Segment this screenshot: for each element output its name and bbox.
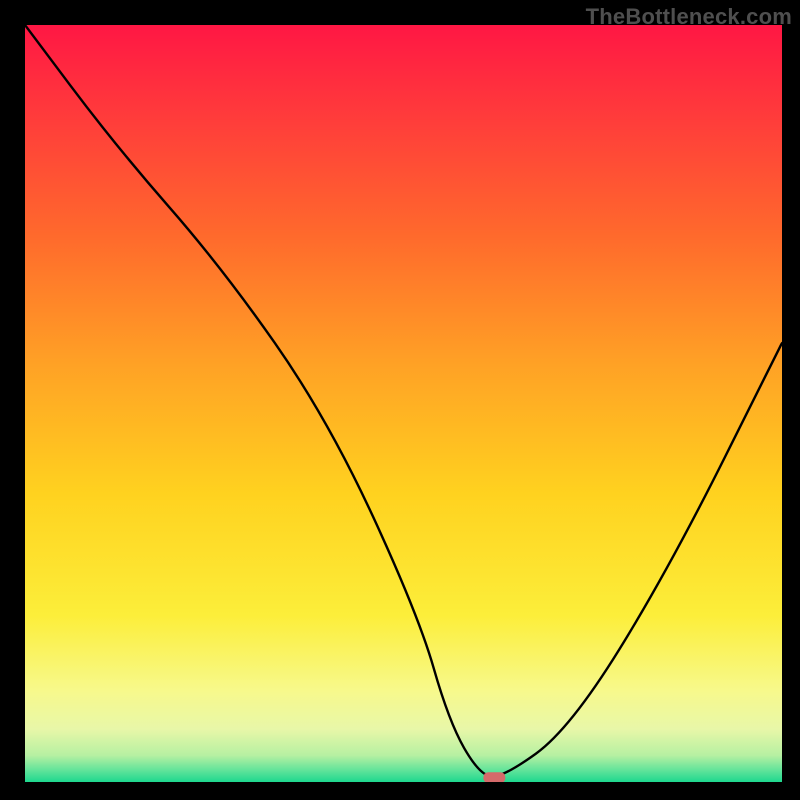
minimum-marker [483, 772, 505, 782]
chart-frame: TheBottleneck.com [0, 0, 800, 800]
gradient-background [25, 25, 782, 782]
chart-svg [25, 25, 782, 782]
watermark-text: TheBottleneck.com [586, 4, 792, 30]
plot-area [25, 25, 782, 782]
